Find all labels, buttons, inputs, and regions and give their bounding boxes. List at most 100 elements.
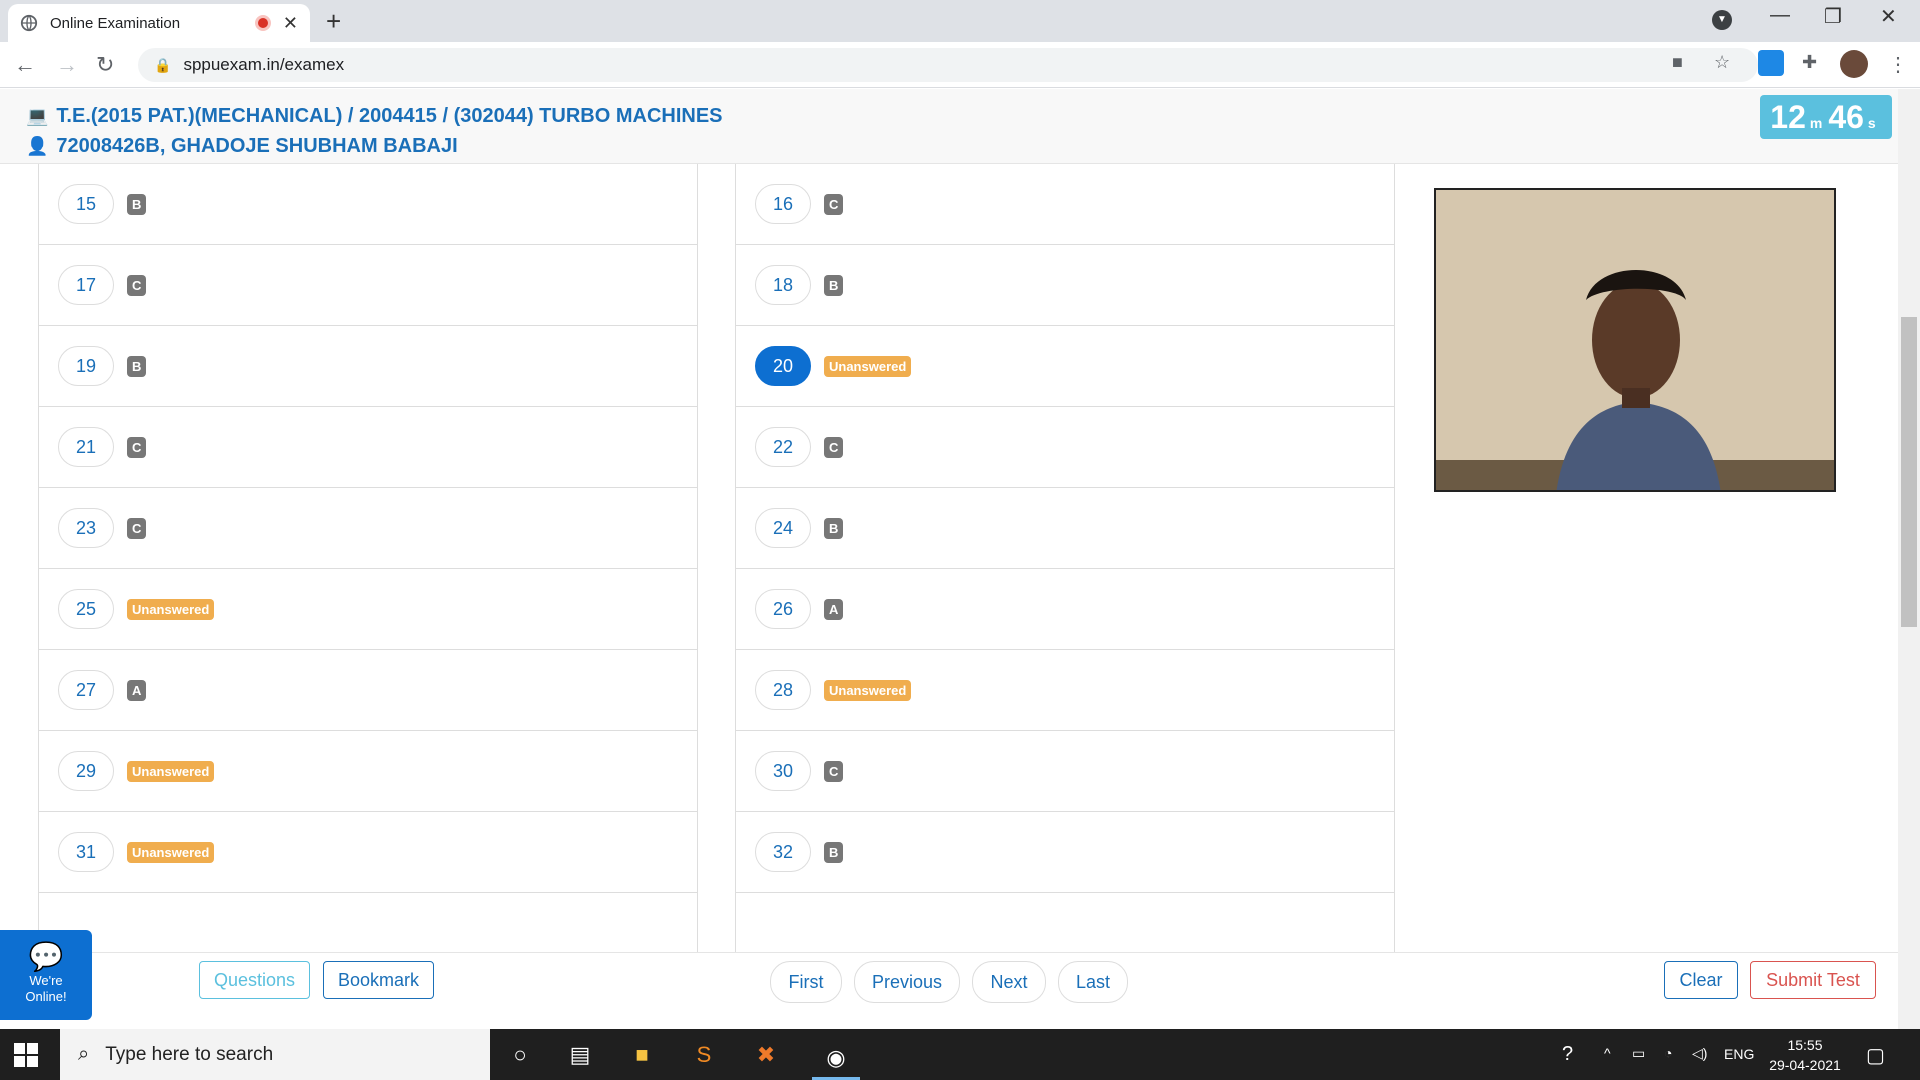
question-row[interactable]: 19 B	[39, 326, 697, 407]
question-row[interactable]: 24 B	[736, 488, 1394, 569]
countdown-timer: 12 m 46 s	[1760, 95, 1892, 139]
question-row[interactable]: 30 C	[736, 731, 1394, 812]
unanswered-badge: Unanswered	[127, 760, 215, 782]
question-number-button[interactable]: 15	[58, 184, 114, 224]
previous-button[interactable]: Previous	[854, 961, 960, 1003]
chat-label-line1: We're	[29, 973, 63, 988]
bookmark-button[interactable]: Bookmark	[323, 961, 434, 999]
question-row[interactable]: 22 C	[736, 407, 1394, 488]
timer-minutes: 12	[1770, 99, 1806, 135]
browser-menu-icon[interactable]: ⋮	[1888, 52, 1908, 77]
answer-badge: B	[127, 193, 147, 215]
extension-icon[interactable]	[1758, 50, 1784, 76]
question-number-button[interactable]: 23	[58, 508, 114, 548]
restore-icon[interactable]: ❐	[1824, 4, 1842, 29]
battery-icon[interactable]: ▭	[1632, 1045, 1645, 1062]
question-row[interactable]: 15 B	[39, 164, 697, 245]
tab-title: Online Examination	[50, 14, 181, 32]
extensions-puzzle-icon[interactable]: ✚	[1802, 52, 1817, 73]
question-row[interactable]: 21 C	[39, 407, 697, 488]
wifi-icon[interactable]: ◔	[1664, 1045, 1672, 1061]
minimize-icon[interactable]: —	[1770, 4, 1790, 27]
question-row[interactable]: 32 B	[736, 812, 1394, 893]
back-icon[interactable]: ←	[14, 52, 36, 78]
question-row[interactable]: 28 Unanswered	[736, 650, 1394, 731]
question-row[interactable]: 20 Unanswered	[736, 326, 1394, 407]
question-number-button[interactable]: 22	[755, 427, 811, 467]
clock-time: 15:55	[1787, 1037, 1823, 1053]
question-number-button[interactable]: 18	[755, 265, 811, 305]
answer-badge: C	[824, 193, 844, 215]
question-number-button[interactable]: 17	[58, 265, 114, 305]
question-number-button[interactable]: 26	[755, 589, 811, 629]
close-window-icon[interactable]: ✕	[1880, 4, 1897, 29]
question-number-button[interactable]: 21	[58, 427, 114, 467]
question-number-button[interactable]: 32	[755, 832, 811, 872]
tab-search-icon[interactable]: ▼	[1712, 10, 1732, 30]
question-column-left: 15 B 17 C 19 B 21 C 23 C 25 Unanswered 27 A 29 Unanswer…	[38, 164, 698, 952]
questions-button[interactable]: Questions	[199, 961, 310, 999]
answer-badge: B	[127, 355, 147, 377]
exam-title-text: T.E.(2015 PAT.)(MECHANICAL) / 2004415 / …	[56, 105, 723, 127]
reload-icon[interactable]: ↻	[96, 52, 114, 78]
cortana-icon[interactable]: ○	[504, 1039, 536, 1071]
search-icon: ⌕	[78, 1043, 90, 1065]
answer-badge: A	[824, 598, 844, 620]
question-number-button[interactable]: 19	[58, 346, 114, 386]
question-row[interactable]: 26 A	[736, 569, 1394, 650]
chat-widget[interactable]: 💬 We're Online!	[0, 930, 92, 1020]
xampp-icon[interactable]: ✖	[750, 1039, 782, 1071]
volume-icon[interactable]: ◁)	[1692, 1045, 1707, 1062]
question-row[interactable]: 25 Unanswered	[39, 569, 697, 650]
notifications-icon[interactable]: ▢	[1866, 1043, 1885, 1068]
next-button[interactable]: Next	[972, 961, 1046, 1003]
chat-icon: 💬	[28, 941, 64, 972]
sublime-icon[interactable]: S	[688, 1039, 720, 1071]
question-number-button[interactable]: 31	[58, 832, 114, 872]
last-button[interactable]: Last	[1058, 961, 1128, 1003]
unanswered-badge: Unanswered	[127, 841, 215, 863]
task-view-icon[interactable]: ▤	[564, 1039, 596, 1071]
clock[interactable]: 15:55 29-04-2021	[1760, 1035, 1850, 1075]
page-scrollbar[interactable]	[1898, 89, 1920, 1029]
question-number-button[interactable]: 30	[755, 751, 811, 791]
question-number-button[interactable]: 20	[755, 346, 811, 386]
help-icon[interactable]: ?	[1562, 1043, 1573, 1066]
taskbar-search[interactable]: ⌕ Type here to search	[60, 1029, 490, 1080]
chrome-icon[interactable]: ◉	[812, 1039, 860, 1080]
question-row[interactable]: 31 Unanswered	[39, 812, 697, 893]
question-number-button[interactable]: 24	[755, 508, 811, 548]
question-row[interactable]: 17 C	[39, 245, 697, 326]
tab-online-examination[interactable]: Online Examination ✕	[8, 4, 310, 42]
question-number-button[interactable]: 29	[58, 751, 114, 791]
question-number-button[interactable]: 28	[755, 670, 811, 710]
question-number-button[interactable]: 16	[755, 184, 811, 224]
url-bar[interactable]: 🔒 sppuexam.in/examex	[138, 48, 1758, 82]
question-row[interactable]: 27 A	[39, 650, 697, 731]
question-number-button[interactable]: 27	[58, 670, 114, 710]
first-button[interactable]: First	[770, 961, 842, 1003]
camera-icon[interactable]: ■	[1672, 52, 1683, 73]
question-row[interactable]: 16 C	[736, 164, 1394, 245]
scrollbar-thumb[interactable]	[1901, 317, 1917, 627]
profile-avatar[interactable]	[1840, 50, 1868, 78]
close-tab-icon[interactable]: ✕	[283, 13, 298, 34]
question-column-right: 16 C 18 B 20 Unanswered 22 C 24 B 26 A 28 Unanswered 3…	[735, 164, 1395, 952]
windows-start-icon[interactable]	[14, 1043, 38, 1067]
file-explorer-icon[interactable]: ■	[626, 1039, 658, 1071]
new-tab-button[interactable]: +	[326, 6, 341, 37]
question-row[interactable]: 29 Unanswered	[39, 731, 697, 812]
tray-chevron-icon[interactable]: ^	[1604, 1045, 1611, 1061]
submit-test-button[interactable]: Submit Test	[1750, 961, 1876, 999]
unanswered-badge: Unanswered	[127, 598, 215, 620]
answer-badge: B	[824, 841, 844, 863]
question-row[interactable]: 18 B	[736, 245, 1394, 326]
clear-button[interactable]: Clear	[1664, 961, 1738, 999]
question-row[interactable]: 23 C	[39, 488, 697, 569]
language-indicator[interactable]: ENG	[1724, 1046, 1754, 1062]
forward-icon[interactable]: →	[56, 52, 78, 78]
unanswered-badge: Unanswered	[824, 679, 912, 701]
question-number-button[interactable]: 25	[58, 589, 114, 629]
bottom-action-bar: Questions Bookmark First Previous Next L…	[0, 952, 1898, 1028]
bookmark-star-icon[interactable]: ☆	[1714, 52, 1730, 73]
